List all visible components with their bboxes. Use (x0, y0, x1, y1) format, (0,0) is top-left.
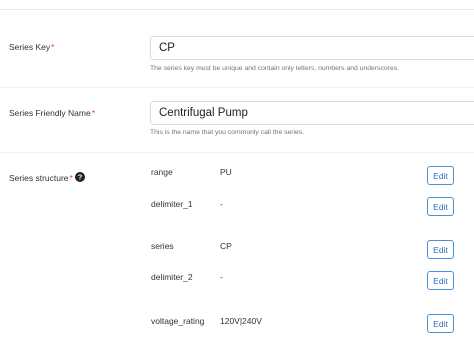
section-divider (0, 152, 474, 153)
friendly-name-input[interactable]: Centrifugal Pump (150, 101, 474, 125)
friendly-name-value: Centrifugal Pump (159, 107, 248, 119)
structure-key-delimiter-1: delimiter_1 (151, 199, 193, 209)
structure-value-delimiter-2: - (220, 272, 223, 282)
section-divider (0, 87, 474, 88)
structure-key-delimiter-2: delimiter_2 (151, 272, 193, 282)
edit-delimiter-2-button[interactable]: Edit (427, 271, 454, 290)
friendly-name-help: This is the name that you commonly call … (150, 129, 305, 136)
series-key-input[interactable]: CP (150, 36, 474, 60)
series-key-value: CP (159, 42, 175, 54)
structure-key-series: series (151, 241, 174, 251)
series-key-help: The series key must be unique and contai… (150, 65, 399, 72)
edit-range-button[interactable]: Edit (427, 166, 454, 185)
required-asterisk: * (69, 173, 73, 183)
question-circle-icon[interactable]: ? (75, 172, 85, 182)
required-asterisk: * (51, 42, 55, 52)
svg-text:?: ? (78, 173, 83, 182)
required-asterisk: * (91, 108, 96, 118)
structure-value-range: PU (220, 167, 232, 177)
structure-key-voltage-rating: voltage_rating (151, 316, 205, 326)
edit-series-button[interactable]: Edit (427, 240, 454, 259)
structure-value-voltage-rating: 120V|240V (220, 316, 262, 326)
edit-delimiter-1-button[interactable]: Edit (427, 197, 454, 216)
series-structure-label: Series structure* (9, 173, 73, 183)
structure-value-delimiter-1: - (220, 199, 223, 209)
series-key-label: Series Key* (9, 42, 55, 52)
edit-voltage-rating-button[interactable]: Edit (427, 314, 454, 333)
structure-key-range: range (151, 167, 173, 177)
structure-value-series: CP (220, 241, 232, 251)
top-divider (0, 9, 474, 10)
friendly-name-label: Series Friendly Name* (9, 108, 96, 118)
